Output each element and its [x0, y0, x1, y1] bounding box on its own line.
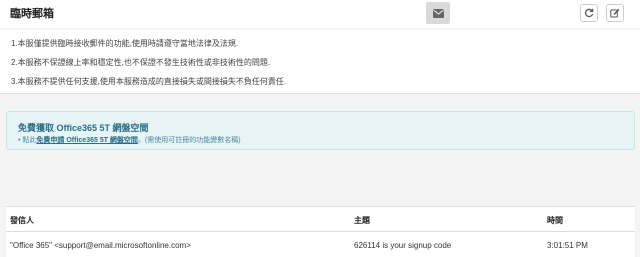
column-header-subject: 主題 [354, 216, 370, 225]
row-sender: "Office 365" <support@email.microsoftonl… [10, 241, 191, 250]
promo-box: 免費獲取 Office365 5T 網盤空間 • 點此免費申請 Office36… [6, 111, 635, 150]
email-address-input[interactable] [450, 2, 574, 24]
table-row[interactable]: "Office 365" <support@email.microsoftonl… [6, 233, 635, 257]
row-subject: 626114 is your signup code [354, 241, 452, 250]
notice-line-1: 1.本服僅提供臨時接收郵件的功能,使用時請遵守當地法律及法規. [11, 39, 239, 48]
top-bar: 臨時郵箱 [0, 0, 640, 28]
refresh-button[interactable] [580, 4, 598, 22]
row-time: 3:01:51 PM [547, 241, 588, 250]
notice-line-2: 2.本服務不保證線上率和穩定性,也不保證不發生技術性或非技術性的問題. [11, 58, 271, 67]
notice-line-3: 3.本服務不提供任何支援,使用本服務造成的直接損失或間接損失不負任何責任. [11, 77, 287, 86]
promo-title: 免費獲取 Office365 5T 網盤空間 [18, 123, 149, 133]
promo-suffix: 。(需使用可註冊的功能變數名稱) [137, 137, 241, 144]
edit-icon [610, 8, 620, 18]
page-title: 臨時郵箱 [10, 8, 54, 20]
envelope-button[interactable] [426, 2, 450, 24]
promo-line: • 點此免費申請 Office365 5T 網盤空間。(需使用可註冊的功能變數名… [18, 135, 241, 145]
promo-prefix: • 點此 [18, 137, 37, 144]
table-header: 發信人 主題 時間 [6, 207, 635, 232]
inbox-table: 發信人 主題 時間 "Office 365" <support@email.mi… [6, 206, 635, 257]
refresh-icon [584, 8, 594, 18]
notice-panel: 1.本服僅提供臨時接收郵件的功能,使用時請遵守當地法律及法規. 2.本服務不保證… [0, 30, 640, 94]
column-header-time: 時間 [547, 216, 563, 225]
promo-link[interactable]: 免費申請 Office365 5T 網盤空間 [36, 137, 138, 144]
edit-button[interactable] [606, 4, 624, 22]
column-header-sender: 發信人 [10, 216, 34, 225]
envelope-icon [432, 8, 444, 18]
